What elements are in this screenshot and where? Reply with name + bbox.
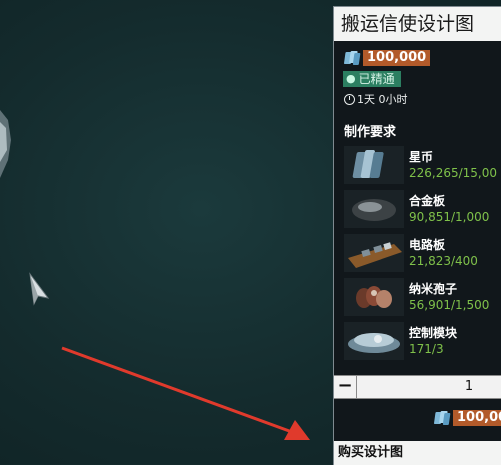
- requirement-name: 合金板: [409, 194, 446, 208]
- list-item: 电路板 21,823/400: [344, 234, 501, 278]
- decrease-quantity-button[interactable]: −: [336, 377, 354, 397]
- credits-icon: [434, 411, 451, 425]
- mastered-badge: ● 已精通: [343, 71, 501, 87]
- requirement-name: 控制模块: [409, 326, 458, 340]
- requirement-amount: 56,901/1,500: [409, 298, 490, 312]
- requirement-amount: 21,823/400: [409, 254, 478, 268]
- stepper-divider: [356, 376, 357, 398]
- credits-icon: [344, 51, 361, 65]
- clock-icon: [344, 93, 355, 105]
- requirements-header: 制作要求: [344, 125, 397, 140]
- list-item: 控制模块 171/3: [344, 322, 501, 366]
- blueprint-panel: 搬运信使设计图 100,000 ● 已精通 1天 0小时 制作要求 星币 226…: [333, 6, 501, 465]
- list-item: 星币 226,265/15,00: [344, 146, 501, 190]
- mastered-label: 已精通: [358, 72, 395, 86]
- quantity-input[interactable]: 1: [454, 378, 484, 396]
- requirement-amount: 226,265/15,00: [409, 166, 498, 180]
- requirements-list: 星币 226,265/15,00 合金板 90,851/1,000 电路板 21…: [334, 146, 501, 366]
- buy-blueprint-button[interactable]: 购买设计图: [334, 441, 501, 465]
- mastery-icon: ●: [346, 72, 356, 85]
- ship-fragment-icon: [0, 110, 11, 178]
- circuit-board-icon: [344, 234, 404, 272]
- total-price-value: 100,00: [453, 410, 501, 426]
- list-item: 合金板 90,851/1,000: [344, 190, 501, 234]
- panel-title: 搬运信使设计图: [334, 7, 501, 41]
- price-value: 100,000: [363, 50, 431, 66]
- total-price-row: 100,00: [434, 409, 501, 427]
- list-item: 纳米孢子 56,901/1,500: [344, 278, 501, 322]
- requirement-name: 纳米孢子: [409, 282, 458, 296]
- price-row: 100,000: [344, 49, 501, 67]
- quantity-stepper: − 1: [334, 375, 501, 399]
- build-time-label: 1天 0小时: [357, 93, 408, 106]
- requirement-name: 星币: [409, 150, 434, 164]
- requirement-amount: 90,851/1,000: [409, 210, 490, 224]
- credits-icon: [344, 146, 404, 184]
- build-time: 1天 0小时: [344, 91, 501, 107]
- requirement-name: 电路板: [409, 238, 446, 252]
- mouse-cursor-icon: [29, 272, 50, 306]
- nano-spore-icon: [344, 278, 404, 316]
- control-module-icon: [344, 322, 404, 360]
- alloy-plate-icon: [344, 190, 404, 228]
- requirement-amount: 171/3: [409, 342, 444, 356]
